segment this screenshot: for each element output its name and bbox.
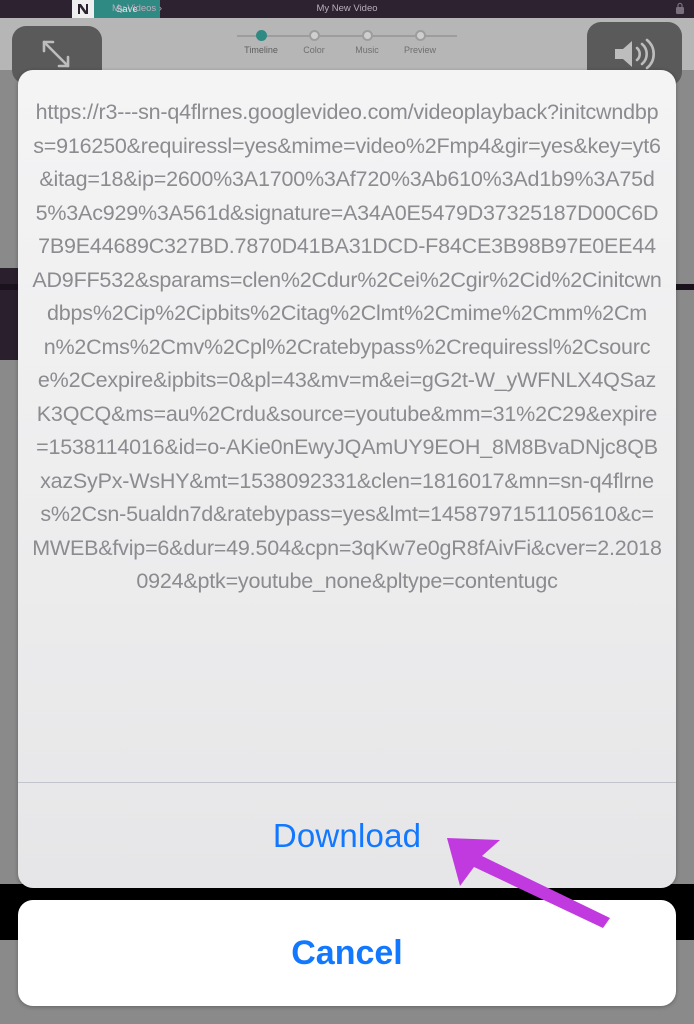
app-navbar: Save My Videos › My New Video xyxy=(0,0,694,18)
step-label: Preview xyxy=(392,45,448,55)
dialog-message-text: https://r3---sn-q4flrnes.googlevideo.com… xyxy=(18,70,676,599)
cancel-card: Cancel xyxy=(18,900,676,1006)
screen: Save My Videos › My New Video xyxy=(0,0,694,1024)
step-dot-icon xyxy=(309,30,320,41)
step-dot-icon xyxy=(415,30,426,41)
step-dot-icon xyxy=(362,30,373,41)
step-label: Music xyxy=(339,45,395,55)
lock-icon[interactable] xyxy=(674,2,686,15)
filmstrip-left-upper xyxy=(0,268,18,360)
download-button[interactable]: Download xyxy=(18,783,676,888)
cancel-button[interactable]: Cancel xyxy=(18,900,676,1006)
stepper-step-timeline[interactable]: Timeline xyxy=(233,28,289,55)
stepper-step-music[interactable]: Music xyxy=(339,28,395,55)
page-title: My New Video xyxy=(0,3,694,14)
step-label: Color xyxy=(286,45,342,55)
step-dot-icon xyxy=(256,30,267,41)
download-url-dialog: https://r3---sn-q4flrnes.googlevideo.com… xyxy=(18,70,676,888)
stepper-step-preview[interactable]: Preview xyxy=(392,28,448,55)
step-label: Timeline xyxy=(233,45,289,55)
editor-toolbar: Timeline Color Music Preview xyxy=(0,18,694,70)
stepper-step-color[interactable]: Color xyxy=(286,28,342,55)
